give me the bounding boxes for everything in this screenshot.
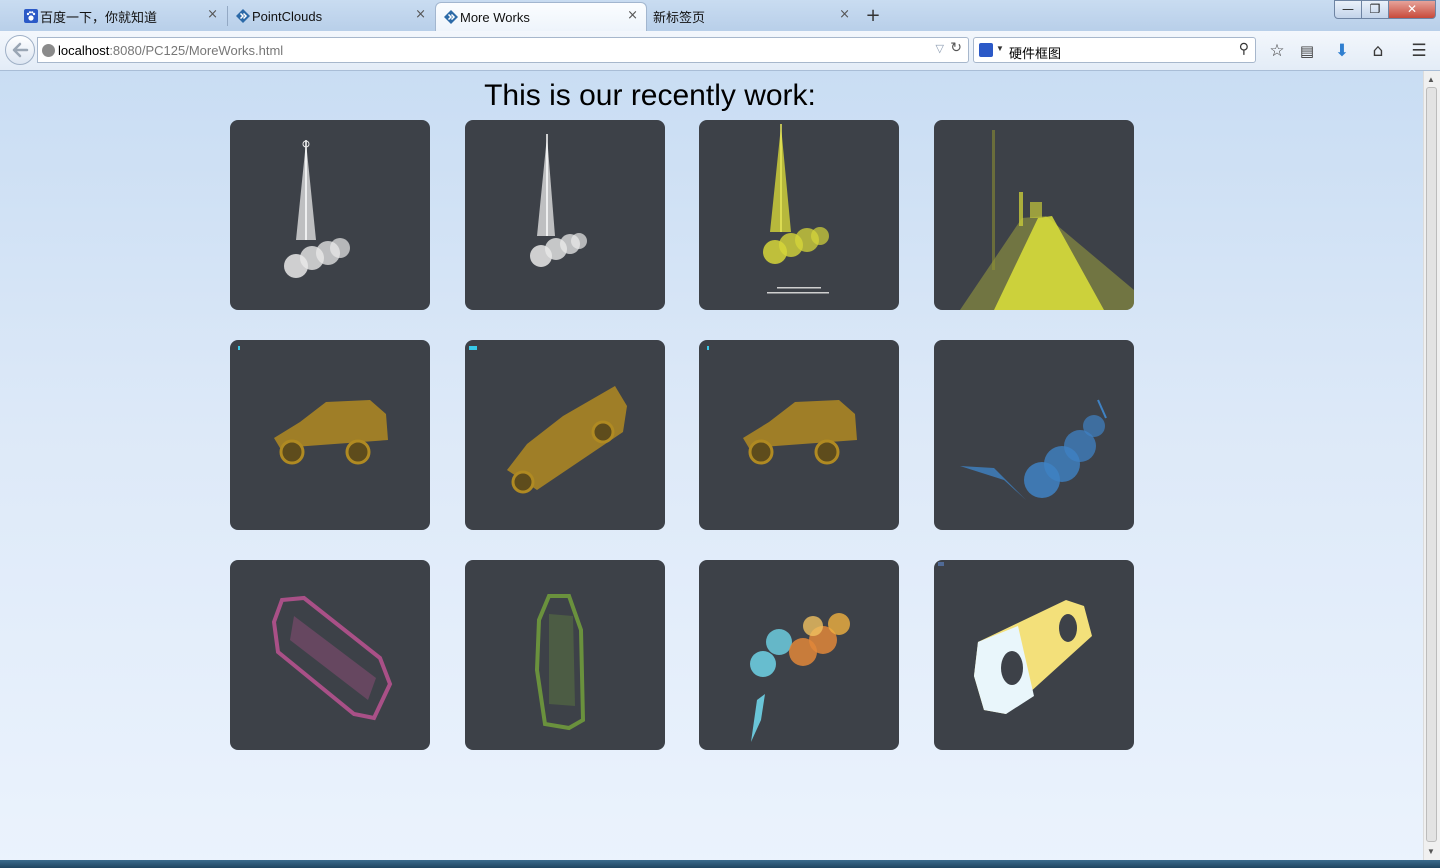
globe-icon: [42, 44, 55, 57]
search-input[interactable]: 硬件框图: [1009, 43, 1061, 62]
scroll-up-icon[interactable]: ▲: [1427, 75, 1435, 84]
close-tab-icon[interactable]: ×: [627, 9, 638, 23]
gallery-tile[interactable]: [465, 120, 665, 310]
gallery-tile[interactable]: [230, 560, 430, 750]
road-point-cloud-image: [960, 130, 1134, 310]
engine-dropdown-icon[interactable]: ▼: [996, 44, 1004, 53]
tree-point-cloud-image: [763, 124, 829, 294]
car-point-cloud-image: [469, 346, 627, 494]
menu-icon[interactable]: ☰: [1408, 40, 1430, 62]
tab-baidu[interactable]: 百度一下，你就知道 ×: [16, 2, 226, 31]
car-point-cloud-image: [534, 594, 586, 731]
tab-more-works[interactable]: More Works ×: [435, 2, 647, 31]
navigation-bar: localhost:8080/PC125/MoreWorks.html ▽ ↻ …: [0, 31, 1440, 71]
gallery-tile[interactable]: [230, 340, 430, 530]
gallery-tile[interactable]: [465, 560, 665, 750]
diamond-arrow-icon: [444, 10, 458, 24]
baidu-paw-icon: [24, 9, 38, 23]
minimize-button[interactable]: —: [1334, 0, 1362, 19]
tab-pointclouds[interactable]: PointClouds ×: [228, 2, 434, 31]
scrollbar-thumb[interactable]: [1426, 87, 1437, 842]
gallery-tile[interactable]: [934, 120, 1134, 310]
search-icon[interactable]: ⚲: [1239, 41, 1249, 57]
back-button[interactable]: [5, 35, 35, 65]
tab-label: More Works: [460, 9, 530, 25]
tab-label: 新标签页: [653, 10, 706, 25]
car-point-cloud-image: [938, 562, 1092, 714]
scroll-down-icon[interactable]: ▼: [1427, 847, 1435, 856]
os-taskbar: [0, 860, 1440, 868]
bookmark-star-icon[interactable]: ☆: [1266, 40, 1288, 62]
gallery-tile[interactable]: [699, 340, 899, 530]
gallery-tile[interactable]: [699, 120, 899, 310]
reload-icon[interactable]: ↻: [950, 40, 962, 56]
tree-point-cloud-image: [750, 613, 850, 742]
search-bar[interactable]: ▼ 硬件框图 ⚲: [973, 37, 1256, 63]
new-tab-button[interactable]: +: [862, 5, 884, 27]
tab-label: PointClouds: [252, 9, 323, 24]
gallery-tile[interactable]: [934, 340, 1134, 530]
car-point-cloud-image: [707, 346, 857, 465]
reader-list-icon[interactable]: ▤: [1296, 40, 1318, 62]
back-arrow-icon: [12, 42, 29, 58]
tree-point-cloud-image: [530, 134, 587, 267]
home-icon[interactable]: ⌂: [1367, 40, 1389, 62]
tree-point-cloud-image: [284, 140, 350, 278]
tab-new-tab[interactable]: 新标签页 ×: [648, 2, 858, 31]
url-text[interactable]: localhost:8080/PC125/MoreWorks.html: [58, 43, 283, 58]
downloads-arrow-icon[interactable]: ⬇: [1331, 40, 1353, 62]
baidu-engine-icon[interactable]: [979, 43, 993, 57]
page-title: This is our recently work:: [484, 79, 816, 112]
history-dropdown-icon[interactable]: ▽: [936, 42, 944, 55]
maximize-button[interactable]: ❐: [1361, 0, 1389, 19]
gallery-tile[interactable]: [230, 120, 430, 310]
close-tab-icon[interactable]: ×: [839, 8, 850, 22]
url-bar[interactable]: localhost:8080/PC125/MoreWorks.html ▽ ↻: [37, 37, 969, 63]
vertical-scrollbar[interactable]: ▲ ▼: [1423, 71, 1440, 860]
gallery-tile[interactable]: [699, 560, 899, 750]
gallery-tile[interactable]: [934, 560, 1134, 750]
page-content: This is our recently work:: [0, 71, 1423, 868]
car-point-cloud-image: [271, 595, 393, 721]
tab-label: 百度一下，你就知道: [40, 10, 158, 25]
close-window-button[interactable]: ✕: [1388, 0, 1436, 19]
diamond-arrow-icon: [236, 9, 250, 23]
tab-strip: 百度一下，你就知道 × PointClouds × More Works × 新…: [0, 0, 1440, 31]
close-tab-icon[interactable]: ×: [415, 8, 426, 22]
close-tab-icon[interactable]: ×: [207, 8, 218, 22]
car-point-cloud-image: [238, 346, 388, 465]
gallery-tile[interactable]: [465, 340, 665, 530]
tree-point-cloud-image: [960, 399, 1107, 500]
